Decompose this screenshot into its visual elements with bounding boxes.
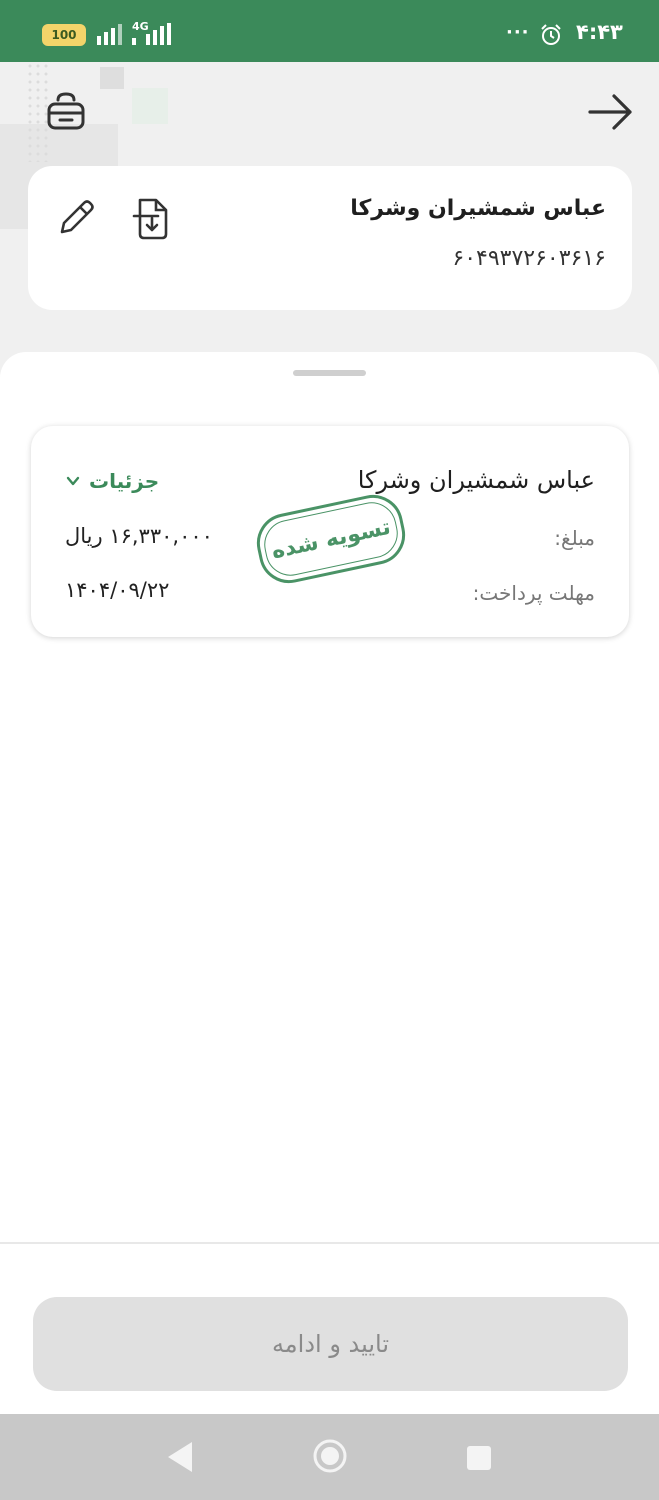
background-decoration — [100, 67, 124, 89]
amount-value: ۱۶,۳۳۰,۰۰۰ ریال — [65, 524, 213, 548]
basket-icon[interactable] — [40, 86, 92, 138]
clock: ۴:۴۳ — [576, 20, 623, 44]
nav-recent-icon[interactable] — [465, 1444, 493, 1472]
top-area: عباس شمشیران وشرکا ۶۰۴۹۳۷۲۶۰۳۶۱۶ — [0, 62, 659, 382]
arrow-right-icon[interactable] — [584, 86, 636, 138]
payee-card: عباس شمشیران وشرکا ۶۰۴۹۳۷۲۶۰۳۶۱۶ — [28, 166, 632, 310]
due-date-value: ۱۴۰۴/۰۹/۲۲ — [65, 578, 170, 602]
details-label: جزئیات — [89, 469, 160, 493]
settled-stamp: تسویه شده — [251, 489, 411, 589]
chevron-down-icon — [66, 476, 80, 486]
amount-label: مبلغ: — [554, 526, 595, 550]
stamp-text: تسویه شده — [269, 514, 393, 564]
bill-payee-name: عباس شمشیران وشرکا — [357, 466, 595, 494]
payee-id: ۶۰۴۹۳۷۲۶۰۳۶۱۶ — [452, 246, 606, 271]
bottom-sheet: عباس شمشیران وشرکا جزئیات مبلغ: ۱۶,۳۳۰,۰… — [0, 352, 659, 1414]
sheet-drag-handle[interactable] — [293, 370, 366, 376]
confirm-continue-button[interactable]: تایید و ادامه — [33, 1297, 628, 1391]
signal-4g-icon — [132, 23, 171, 45]
background-decoration — [132, 88, 168, 124]
nav-home-icon[interactable] — [312, 1438, 348, 1474]
alarm-icon — [541, 24, 561, 45]
divider — [0, 1242, 659, 1244]
battery-indicator: 100 — [42, 24, 86, 46]
bill-card: عباس شمشیران وشرکا جزئیات مبلغ: ۱۶,۳۳۰,۰… — [31, 426, 629, 637]
details-button[interactable]: جزئیات — [65, 466, 159, 496]
document-download-icon[interactable] — [128, 194, 176, 242]
confirm-button-label: تایید و ادامه — [271, 1330, 390, 1358]
status-bar: 100 4G ··· ۴:۴۳ — [0, 0, 659, 62]
system-nav-bar — [0, 1414, 659, 1500]
payee-name: عباس شمشیران وشرکا — [350, 196, 606, 221]
due-date-label: مهلت پرداخت: — [472, 581, 595, 605]
status-dots: ··· — [506, 22, 530, 43]
signal-icon — [97, 24, 122, 45]
pencil-icon[interactable] — [52, 194, 100, 242]
nav-back-icon[interactable] — [164, 1438, 196, 1476]
